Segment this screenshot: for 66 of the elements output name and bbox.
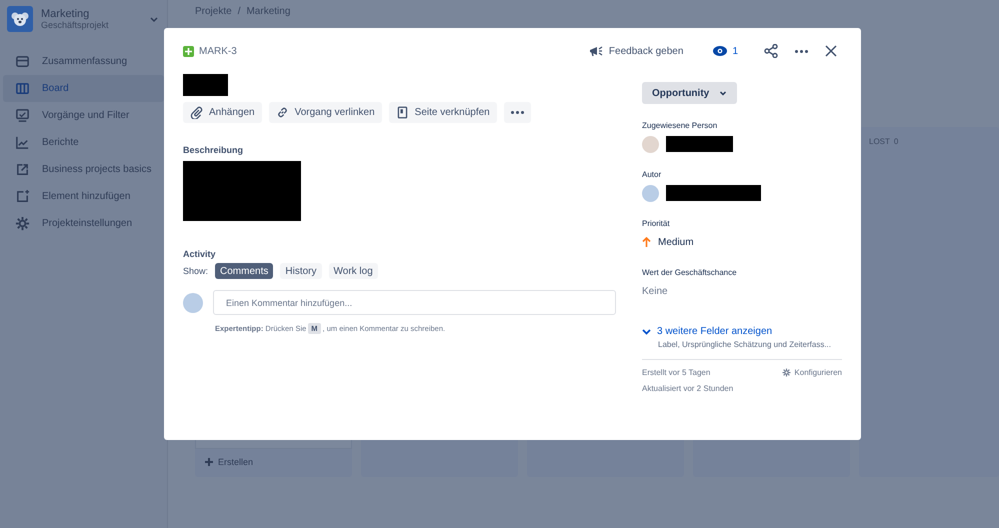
megaphone-icon (588, 45, 603, 57)
activity-filter-button[interactable]: Work log (328, 263, 378, 279)
redaction-block (666, 136, 733, 152)
issue-key[interactable]: MARK-3 (199, 46, 237, 56)
more-button[interactable] (504, 102, 531, 123)
link-icon (276, 106, 289, 119)
comment-field[interactable]: Einen Kommentar hinzufügen... (213, 290, 616, 315)
watchers-button[interactable]: 1 (707, 44, 744, 58)
nav-icon (15, 162, 30, 177)
created-date: Erstellt vor 5 Tagen (642, 368, 712, 377)
arrow-up-icon (642, 237, 651, 247)
breadcrumb-separator: / (238, 6, 240, 17)
column-count: 0 (894, 137, 898, 146)
page-icon (396, 106, 409, 119)
nav-icon (15, 54, 30, 69)
paperclip-icon (190, 106, 203, 119)
activity-filter-button[interactable]: History (280, 263, 322, 279)
show-label: Show: (183, 266, 208, 276)
nav-icon (15, 189, 30, 204)
field-label: Priorität (642, 219, 671, 228)
feedback-button[interactable]: Feedback geben (582, 44, 690, 58)
sidebar-item[interactable]: Element hinzufügen (3, 183, 164, 210)
sidebar-item[interactable]: Zusammenfassung (3, 48, 164, 75)
nav-icon (15, 108, 30, 123)
plus-square-icon (183, 46, 194, 56)
field-label: Zugewiesene Person (642, 121, 718, 130)
avatar (183, 293, 203, 313)
gear-icon (782, 368, 792, 377)
project-logo (7, 6, 33, 32)
field-label: Autor (642, 170, 662, 179)
breadcrumb-link[interactable]: Marketing (246, 6, 290, 17)
avatar (642, 136, 659, 152)
share-icon (764, 44, 778, 58)
activity-filter-button[interactable]: Comments (215, 263, 274, 279)
chevron-down-icon (719, 89, 728, 97)
sidebar-item[interactable]: Berichte (3, 129, 164, 156)
close-icon (825, 45, 837, 57)
breadcrumb-link[interactable]: Projekte (195, 6, 232, 17)
nav-icon (15, 216, 30, 231)
sidebar-item[interactable]: Projekteinstellungen (3, 210, 164, 237)
more-fields-hint: Label, Ursprüngliche Schätzung und Zeiterfass... (658, 340, 832, 349)
action-button[interactable]: Vorgang verlinken (268, 102, 382, 123)
chevron-down-icon (642, 328, 651, 334)
nav-icon (15, 81, 30, 96)
configure-button[interactable]: Konfigurieren (782, 368, 842, 378)
eye-icon (713, 46, 728, 56)
plus-icon (205, 458, 213, 466)
avatar (642, 184, 659, 202)
sidebar-item[interactable]: Vorgänge und Filter (3, 102, 164, 129)
redaction-block (183, 74, 228, 96)
status-dropdown[interactable]: Opportunity (642, 82, 738, 104)
field-label: Wert der Geschäftschance (642, 268, 738, 277)
project-type: Geschäftsprojekt (41, 20, 110, 30)
activity-heading: Activity (183, 249, 217, 259)
nav-icon (15, 135, 30, 150)
more-fields-link[interactable]: 3 weitere Felder anzeigen (642, 326, 842, 337)
project-name: Marketing (41, 8, 90, 20)
description-label: Beschreibung (183, 145, 244, 155)
column-title: LOST (869, 137, 890, 146)
priority-value: Medium (658, 236, 694, 248)
create-button[interactable]: Erstellen (195, 449, 352, 477)
action-button[interactable]: Anhängen (183, 102, 262, 123)
field-value: Keine (642, 286, 668, 296)
action-button[interactable]: Seite verknüpfen (388, 102, 497, 123)
sidebar-item[interactable]: Business projects basics (3, 156, 164, 183)
updated-date: Aktualisiert vor 2 Stunden (642, 384, 734, 393)
